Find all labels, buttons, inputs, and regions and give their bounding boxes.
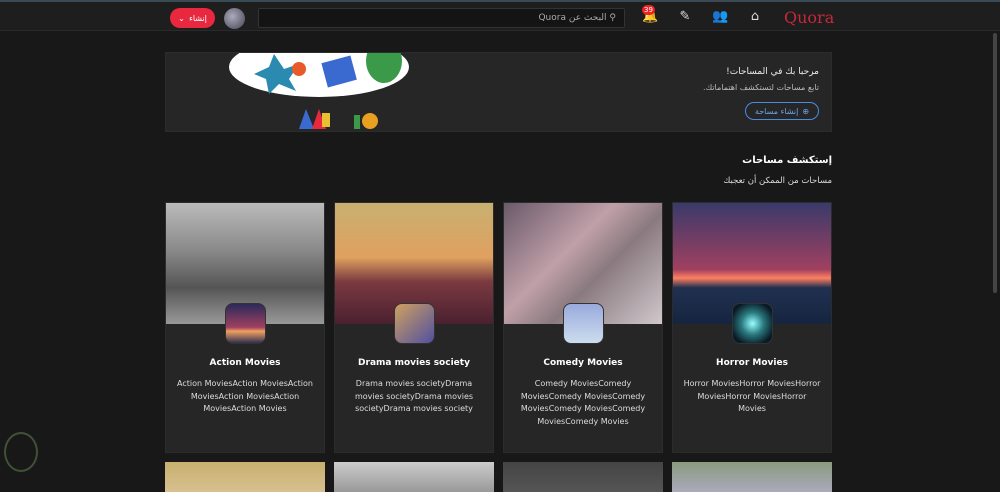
space-title[interactable]: Action Movies [166,358,324,368]
chevron-down-icon: ⌄ [178,13,185,23]
avatar[interactable] [224,8,245,29]
banner-subtitle: تابع مساحات لتستكشف اهتماماتك. [703,83,819,92]
space-icon [563,303,604,344]
create-label: إنشاء [189,13,207,23]
section-title: إستكشف مساحات [742,155,832,166]
space-card-partial[interactable] [672,462,832,492]
space-card[interactable]: Action Movies Action MoviesAction Movies… [165,202,325,453]
notification-badge: 39 [642,5,655,15]
space-description: Action MoviesAction MoviesAction MoviesA… [177,379,313,413]
space-card[interactable]: Drama movies society Drama movies societ… [334,202,494,453]
space-icon [394,303,435,344]
space-description: Drama movies societyDrama movies society… [354,379,474,413]
create-button[interactable]: ⌄ إنشاء [170,8,215,28]
spaces-banner: مرحبا بك في المساحات! تابع مساحات لتستكش… [165,52,832,132]
space-card-partial[interactable] [165,462,325,492]
space-card-partial[interactable] [334,462,494,492]
space-title[interactable]: Comedy Movies [504,358,662,368]
watermark-logo [4,432,38,472]
search-input[interactable]: ⚲ البحث عن Quora [258,8,625,28]
space-title[interactable]: Horror Movies [673,358,831,368]
scrollbar[interactable] [993,33,997,293]
quora-logo[interactable]: Quora [784,8,834,27]
section-subtitle: مساحات من الممكن أن تعجبك [723,176,832,186]
space-card[interactable]: Horror Movies Horror MoviesHorror Movies… [672,202,832,453]
space-description: Horror MoviesHorror MoviesHorror MoviesH… [683,379,821,413]
plus-circle-icon: ⊕ [802,106,810,116]
space-card-partial[interactable] [503,462,663,492]
banner-illustration [229,53,409,129]
space-icon [732,303,773,344]
edit-icon[interactable]: ✎ [677,9,693,25]
spaces-icon[interactable]: 👥 [712,9,728,25]
space-description: Comedy MoviesComedy MoviesComedy MoviesC… [520,379,646,426]
create-space-button[interactable]: ⊕ إنشاء مساحة [745,102,819,120]
space-icon [225,303,266,344]
home-icon[interactable]: ⌂ [747,9,763,25]
space-title[interactable]: Drama movies society [335,358,493,368]
spaces-grid: Horror Movies Horror MoviesHorror Movies… [165,202,832,492]
banner-title: مرحبا بك في المساحات! [726,67,819,77]
search-icon: ⚲ [606,13,616,23]
space-card[interactable]: Comedy Movies Comedy MoviesComedy Movies… [503,202,663,453]
top-bar: Quora ⌂ 👥 ✎ 🔔 39 ⚲ البحث عن Quora ⌄ إنشاء [0,0,1000,31]
create-space-label: إنشاء مساحة [754,106,799,116]
search-placeholder: البحث عن Quora [538,13,607,23]
